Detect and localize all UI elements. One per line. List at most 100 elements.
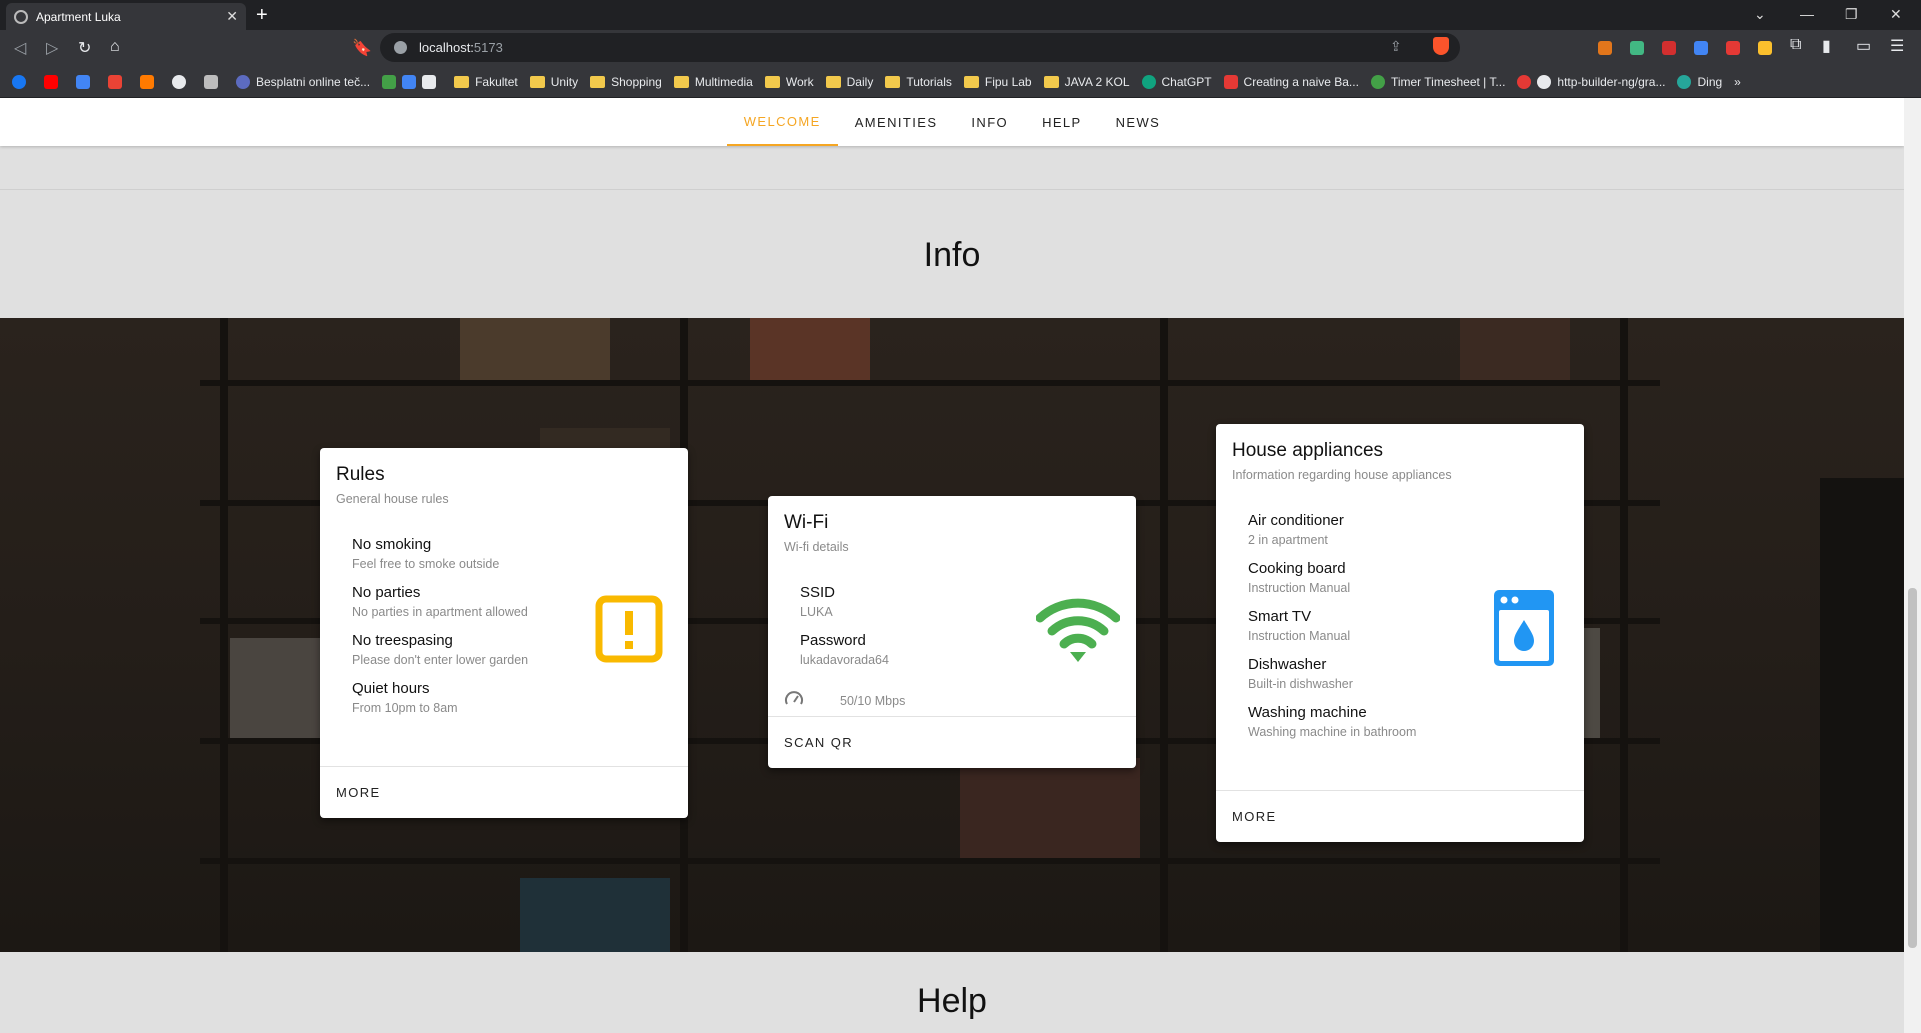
metamask-extension-icon[interactable]	[1598, 41, 1612, 55]
bookmark-item-6[interactable]: Daily	[825, 74, 874, 89]
translate-extension-icon[interactable]	[1694, 41, 1708, 55]
tab-title: Apartment Luka	[36, 9, 121, 24]
sidebar-icon[interactable]: ▮	[1822, 36, 1831, 56]
bookmark-invision[interactable]	[140, 74, 160, 89]
bookmark-item-14[interactable]: Ding	[1677, 74, 1722, 89]
appliance-subtitle: Instruction Manual	[1248, 629, 1351, 643]
rule-title: No parties	[352, 584, 421, 601]
bookmark-github[interactable]	[172, 74, 192, 89]
github-icon	[172, 74, 186, 89]
page-scrollbar[interactable]	[1904, 98, 1921, 1033]
bookmark-item-11[interactable]: Creating a naive Ba...	[1223, 74, 1359, 89]
wifi-item: Password lukadavorada64	[800, 632, 889, 667]
red-extension-icon[interactable]	[1726, 41, 1740, 55]
bookmark-item-misc[interactable]	[382, 74, 442, 89]
wifi-password-label: Password	[800, 632, 866, 649]
info-section-title: Info	[923, 236, 981, 274]
bookmark-label: Unity	[550, 74, 579, 89]
bookmark-gmail[interactable]	[108, 74, 128, 89]
bookmark-item-13[interactable]: http-builder-ng/gra...	[1517, 74, 1665, 89]
nav-tab-news[interactable]: NEWS	[1099, 98, 1178, 146]
site-info-icon[interactable]	[394, 41, 407, 54]
appliances-more-button[interactable]: MORE	[1232, 809, 1277, 824]
minimize-icon[interactable]: —	[1800, 6, 1814, 22]
tab-search-icon[interactable]: ⌄	[1754, 6, 1766, 23]
bookmark-translate[interactable]	[76, 74, 96, 89]
appliances-card-title: House appliances	[1232, 440, 1384, 461]
nav-tab-info[interactable]: INFO	[954, 98, 1025, 146]
bookmark-label: Fipu Lab	[984, 74, 1032, 89]
bookmark-item-0[interactable]: Besplatni online teč...	[236, 74, 370, 89]
extensions-puzzle-icon[interactable]: ⧉	[1790, 36, 1801, 54]
bookmark-label: Fakultet	[475, 74, 518, 89]
yellow-extension-icon[interactable]	[1758, 41, 1772, 55]
bookmark-facebook[interactable]	[12, 74, 32, 89]
rule-item: No smoking Feel free to smoke outside	[352, 536, 499, 571]
close-window-icon[interactable]: ✕	[1890, 6, 1902, 23]
bookmark-item-7[interactable]: Tutorials	[885, 75, 952, 89]
menu-icon[interactable]: ☰	[1890, 36, 1904, 56]
appliance-subtitle: 2 in apartment	[1248, 533, 1328, 547]
back-icon[interactable]: ◁	[14, 38, 26, 58]
appliance-item: Washing machine Washing machine in bathr…	[1248, 704, 1416, 739]
wifi-item: SSID LUKA	[800, 584, 835, 619]
bookmark-label: Multimedia	[694, 74, 753, 89]
appliance-title: Cooking board	[1248, 560, 1346, 577]
rule-item: No parties No parties in apartment allow…	[352, 584, 528, 619]
bookmark-item-5[interactable]: Work	[764, 75, 814, 89]
close-tab-icon[interactable]: ✕	[226, 8, 238, 25]
pdf-extension-icon[interactable]	[1662, 41, 1676, 55]
browser-toolbar: ◁ ▷ ↻ ⌂ 🔖 localhost: 5173 ⇪ ⧉ ▮ ▭ ☰	[0, 30, 1921, 66]
new-tab-icon[interactable]: +	[256, 4, 268, 26]
folder-icon	[764, 75, 780, 88]
restore-icon[interactable]: ❐	[1845, 6, 1858, 23]
brave-shield-icon[interactable]	[1433, 37, 1449, 55]
bookmark-item-3[interactable]: Shopping	[590, 75, 662, 89]
bookmark-item-9[interactable]: JAVA 2 KOL	[1043, 75, 1130, 89]
share-icon[interactable]: ⇪	[1390, 38, 1402, 55]
url-host: localhost:	[419, 40, 474, 55]
bookmark-item-10[interactable]: ChatGPT	[1141, 74, 1212, 89]
bookmark-item-2[interactable]: Unity	[529, 74, 579, 89]
bookmarks-bar: Besplatni online teč... Fakultet Unity S…	[0, 66, 1921, 98]
speedometer-icon	[785, 691, 803, 705]
nav-tab-welcome[interactable]: WELCOME	[726, 98, 838, 146]
app-navbar: WELCOME AMENITIES INFO HELP NEWS	[0, 98, 1904, 146]
nav-tab-help[interactable]: HELP	[1025, 98, 1099, 146]
scrollbar-thumb[interactable]	[1908, 588, 1917, 948]
bookmarks-overflow-icon[interactable]: »	[1734, 75, 1741, 89]
bookmark-monitor[interactable]	[204, 74, 224, 89]
site-favicon-icon	[402, 74, 417, 89]
address-bar[interactable]: localhost: 5173	[380, 33, 1460, 62]
appliance-subtitle: Washing machine in bathroom	[1248, 725, 1417, 739]
wifi-ssid-label: SSID	[800, 584, 836, 601]
nav-tab-amenities[interactable]: AMENITIES	[838, 98, 955, 146]
section-divider	[0, 189, 1904, 190]
browser-tab[interactable]: Apartment Luka ✕	[6, 3, 246, 30]
appliance-title: Smart TV	[1248, 608, 1312, 625]
bookmark-label: Tutorials	[906, 74, 952, 89]
bookmark-label: Daily	[846, 74, 874, 89]
wifi-icon	[1036, 598, 1120, 662]
rule-item: No treespasing Please don't enter lower …	[352, 632, 528, 667]
bookmark-item-4[interactable]: Multimedia	[673, 74, 753, 89]
folder-icon	[454, 75, 470, 88]
rules-more-button[interactable]: MORE	[336, 785, 381, 800]
bookmark-youtube[interactable]	[44, 74, 64, 89]
bookmark-item-12[interactable]: Timer Timesheet | T...	[1370, 74, 1505, 89]
forward-icon[interactable]: ▷	[46, 38, 58, 58]
facebook-icon	[12, 74, 26, 89]
bookmark-item-8[interactable]: Fipu Lab	[963, 74, 1032, 89]
wifi-card-subtitle: Wi-fi details	[784, 540, 849, 554]
appliance-item: Air conditioner 2 in apartment	[1248, 512, 1344, 547]
wallet-icon[interactable]: ▭	[1856, 36, 1871, 56]
home-icon[interactable]: ⌂	[110, 38, 120, 56]
bookmark-item-1[interactable]: Fakultet	[454, 75, 518, 89]
bookmark-icon[interactable]: 🔖	[352, 38, 372, 58]
scan-qr-button[interactable]: SCAN QR	[784, 735, 853, 750]
invision-icon	[140, 74, 154, 89]
reload-icon[interactable]: ↻	[78, 38, 91, 58]
wifi-card: Wi-Fi Wi-fi details SSID LUKA Password l…	[768, 496, 1136, 768]
vue-devtools-extension-icon[interactable]	[1630, 41, 1644, 55]
alert-box-icon	[595, 595, 663, 663]
